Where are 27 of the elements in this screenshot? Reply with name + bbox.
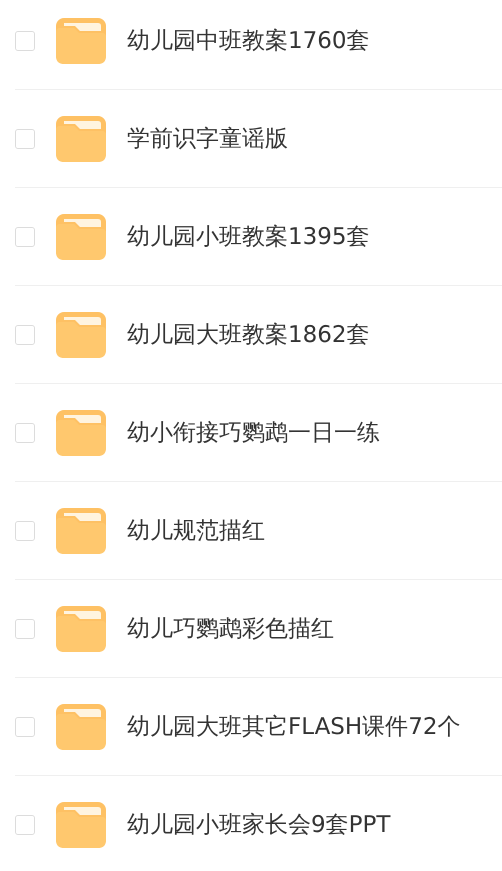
folder-icon bbox=[56, 606, 106, 652]
checkbox[interactable] bbox=[15, 128, 35, 148]
folder-icon bbox=[56, 508, 106, 554]
folder-name[interactable]: 幼儿园大班其它FLASH课件72个 bbox=[127, 711, 460, 742]
folder-name[interactable]: 幼儿园中班教案1760套 bbox=[127, 25, 370, 56]
folder-icon bbox=[56, 116, 106, 162]
folder-name[interactable]: 幼儿规范描红 bbox=[127, 515, 265, 546]
checkbox[interactable] bbox=[15, 618, 35, 638]
folder-icon bbox=[56, 214, 106, 260]
checkbox[interactable] bbox=[15, 226, 35, 246]
checkbox[interactable] bbox=[15, 814, 35, 834]
checkbox[interactable] bbox=[15, 716, 35, 736]
folder-name[interactable]: 学前识字童谣版 bbox=[127, 123, 288, 154]
folder-name[interactable]: 幼儿巧鹦鹉彩色描红 bbox=[127, 613, 334, 644]
checkbox[interactable] bbox=[15, 520, 35, 540]
folder-icon bbox=[56, 802, 106, 848]
folder-name[interactable]: 幼儿园小班家长会9套PPT bbox=[127, 809, 390, 840]
folder-icon bbox=[56, 704, 106, 750]
folder-icon bbox=[56, 18, 106, 64]
folder-name[interactable]: 幼儿园大班教案1862套 bbox=[127, 319, 370, 350]
checkbox[interactable] bbox=[15, 324, 35, 344]
folder-icon bbox=[56, 410, 106, 456]
checkbox[interactable] bbox=[15, 422, 35, 442]
checkbox[interactable] bbox=[15, 30, 35, 50]
folder-name[interactable]: 幼小衔接巧鹦鹉一日一练 bbox=[127, 417, 380, 448]
folder-icon bbox=[56, 312, 106, 358]
folder-name[interactable]: 幼儿园小班教案1395套 bbox=[127, 221, 370, 252]
